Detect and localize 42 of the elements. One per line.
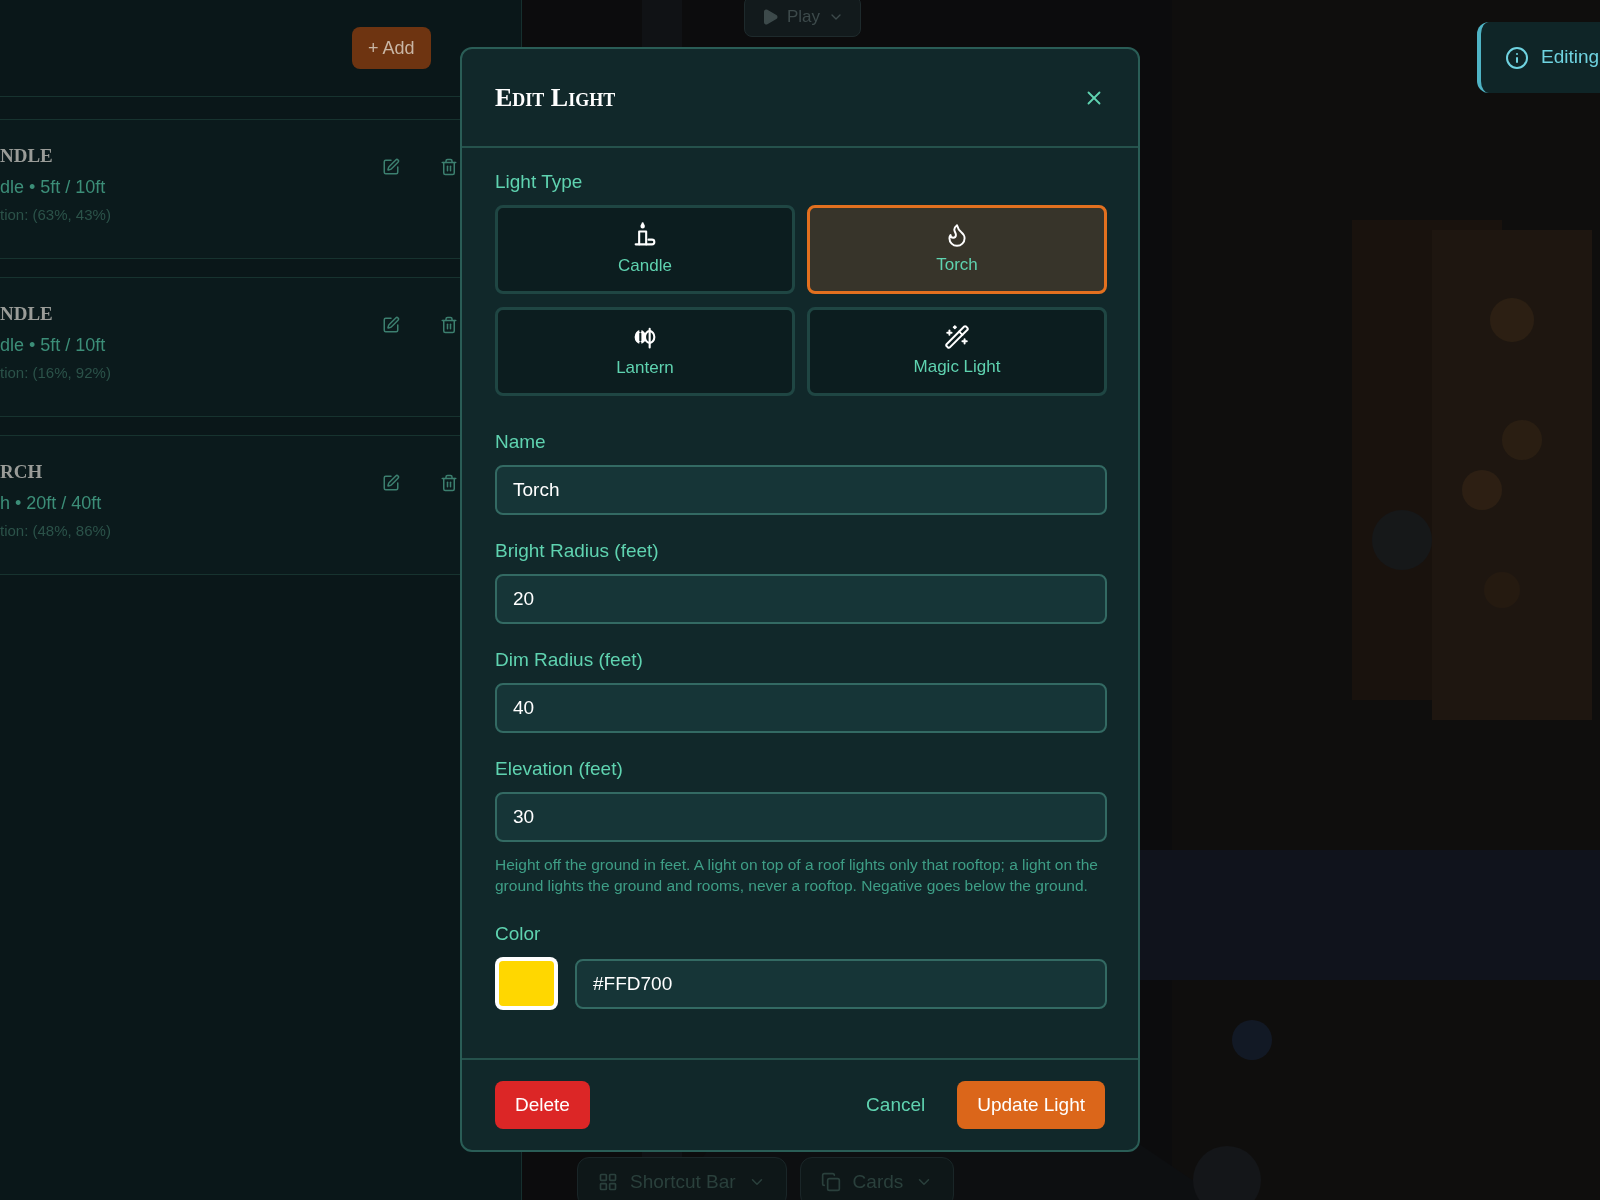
light-title: NDLE [0, 302, 53, 326]
field-label: Elevation (feet) [495, 759, 624, 778]
dialog-title: Edit Light [495, 82, 616, 114]
help-text: Height off the ground in feet. A light on top of a roof lights only that rooftop; a light on the ground lights the ground and rooms, never a rooftop. Negative goes below the ground. [495, 855, 1099, 896]
light-position: tion: (48%, 86%) [0, 522, 111, 541]
field-label: Name [495, 432, 547, 451]
color-hex-field[interactable]: #FFD700 [575, 958, 1107, 1009]
light-position: tion: (16%, 92%) [0, 364, 111, 383]
light-title: NDLE [0, 144, 53, 168]
edit-icon[interactable] [382, 474, 400, 492]
delete-icon[interactable] [440, 158, 458, 176]
light-title: RCH [0, 460, 43, 484]
light-type-option[interactable]: Candle [495, 205, 795, 294]
light-position: tion: (63%, 43%) [0, 206, 111, 225]
field-label: Dim Radius (feet) [495, 650, 644, 669]
text-field[interactable]: 20 [495, 574, 1107, 624]
cards-icon [820, 1172, 841, 1192]
light-type-option[interactable]: Torch [807, 205, 1107, 294]
info-icon [1505, 45, 1529, 70]
delete-icon[interactable] [440, 474, 458, 492]
light-details: dle • 5ft / 10ft [0, 175, 106, 199]
editing-label: Editing [1541, 45, 1600, 70]
delete-button[interactable]: Delete [495, 1081, 590, 1129]
magic-wand-icon [944, 323, 970, 350]
text-field[interactable]: 40 [495, 683, 1107, 733]
field-label: Color [495, 924, 542, 943]
light-type-option[interactable]: Lantern [495, 307, 795, 396]
play-icon [761, 7, 779, 26]
add-button[interactable]: + Add [352, 27, 431, 69]
field-label: Bright Radius (feet) [495, 541, 660, 560]
cancel-button[interactable]: Cancel [850, 1081, 942, 1129]
edit-icon[interactable] [382, 316, 400, 334]
text-field[interactable]: Torch [495, 465, 1107, 515]
edit-icon[interactable] [382, 158, 400, 176]
light-type-option[interactable]: Magic Light [807, 307, 1107, 396]
text-field[interactable]: 30 [495, 792, 1107, 842]
field-label: Light Type [495, 172, 584, 191]
light-details: dle • 5ft / 10ft [0, 333, 106, 357]
light-details: h • 20ft / 40ft [0, 491, 102, 515]
delete-icon[interactable] [440, 316, 458, 334]
update-light-button[interactable]: Update Light [957, 1081, 1105, 1129]
grid-icon [598, 1172, 618, 1192]
